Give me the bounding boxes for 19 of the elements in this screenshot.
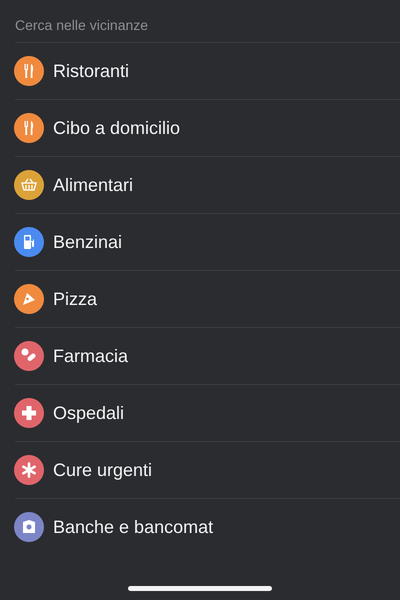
category-row[interactable]: Farmacia [15,327,400,384]
category-label: Benzinai [53,232,122,252]
category-row[interactable]: Ospedali [15,384,400,441]
section-title: Cerca nelle vicinanze [14,16,150,35]
category-row[interactable]: Benzinai [15,213,400,270]
category-row[interactable]: Cure urgenti [15,441,400,498]
category-label: Pizza [53,288,98,310]
category-row[interactable]: Pizza [15,270,400,327]
category-row[interactable]: Ristoranti [15,42,400,99]
category-label: Cibo a domicilio [53,118,180,138]
category-label: Banche e bancomat [53,516,214,538]
category-row[interactable]: Cibo a domicilio [15,99,400,156]
category-label: Ospedali [53,402,124,424]
category-label: Farmacia [53,346,128,366]
category-label: Alimentari [53,174,134,196]
category-label: Ristoranti [53,60,130,82]
category-row[interactable]: Alimentari [15,156,400,213]
category-label: Cure urgenti [53,460,152,480]
category-row[interactable]: Banche e bancomat [15,498,400,555]
